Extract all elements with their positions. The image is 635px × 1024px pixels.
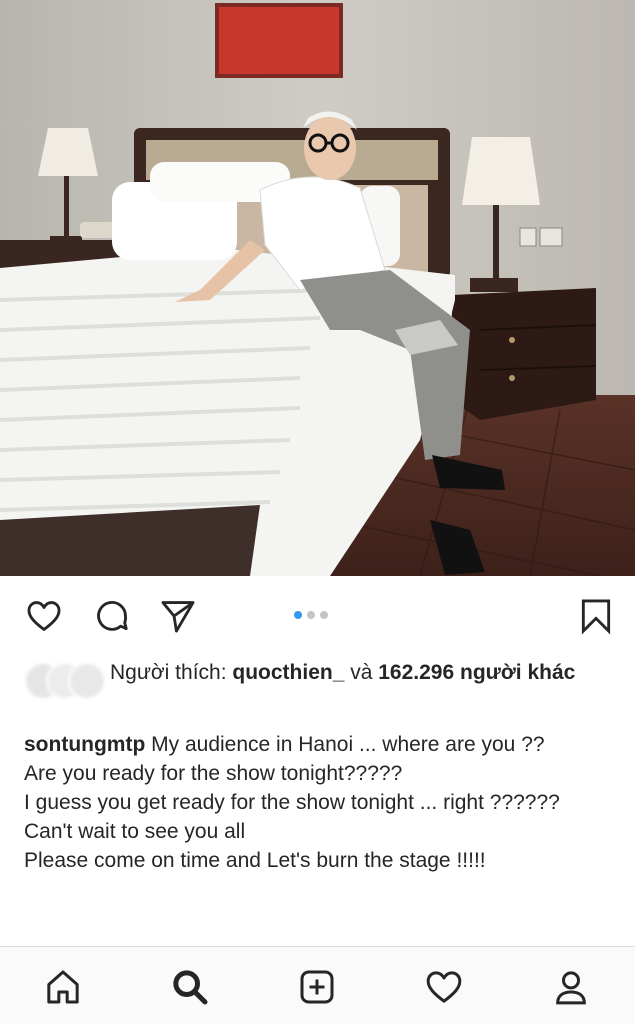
liker-avatars[interactable] bbox=[24, 662, 106, 700]
add-post-icon bbox=[300, 970, 334, 1004]
caption-line: Are you ready for the show tonight????? bbox=[24, 762, 403, 785]
carousel-indicator bbox=[294, 611, 328, 619]
carousel-dot-active bbox=[294, 611, 302, 619]
tab-search[interactable] bbox=[168, 965, 212, 1009]
likes-others-count[interactable]: 162.296 người khác bbox=[378, 661, 575, 684]
post-caption: sontungmtp My audience in Hanoi ... wher… bbox=[24, 730, 614, 875]
likes-prefix: Người thích: bbox=[110, 661, 233, 684]
tab-home[interactable] bbox=[41, 965, 85, 1009]
carousel-dot bbox=[307, 611, 315, 619]
bookmark-icon bbox=[581, 599, 611, 635]
tab-new-post[interactable] bbox=[295, 965, 339, 1009]
share-icon bbox=[161, 601, 195, 633]
avatar bbox=[68, 662, 106, 700]
comment-icon bbox=[97, 600, 128, 631]
home-icon bbox=[47, 970, 79, 1004]
caption-line: I guess you get ready for the show tonig… bbox=[24, 791, 560, 814]
first-liker-username[interactable]: quocthien_ bbox=[232, 661, 344, 684]
likes-connector: và bbox=[344, 661, 379, 684]
caption-line: Please come on time and Let's burn the s… bbox=[24, 849, 486, 872]
post-photo[interactable] bbox=[0, 0, 635, 576]
heart-icon bbox=[27, 601, 61, 631]
activity-icon bbox=[426, 971, 462, 1003]
likes-text[interactable]: Người thích: quocthien_ và 162.296 người… bbox=[110, 658, 610, 687]
caption-line: Can't wait to see you all bbox=[24, 820, 246, 843]
save-button[interactable] bbox=[574, 594, 618, 638]
share-button[interactable] bbox=[156, 594, 200, 638]
comment-button[interactable] bbox=[90, 594, 134, 638]
caption-username[interactable]: sontungmtp bbox=[24, 733, 145, 756]
tab-profile[interactable] bbox=[549, 965, 593, 1009]
caption-line: My audience in Hanoi ... where are you ?… bbox=[151, 733, 545, 756]
search-icon bbox=[173, 970, 208, 1005]
carousel-dot bbox=[320, 611, 328, 619]
profile-icon bbox=[556, 971, 586, 1005]
bottom-nav bbox=[0, 947, 635, 1024]
tab-activity[interactable] bbox=[422, 965, 466, 1009]
like-button[interactable] bbox=[22, 594, 66, 638]
